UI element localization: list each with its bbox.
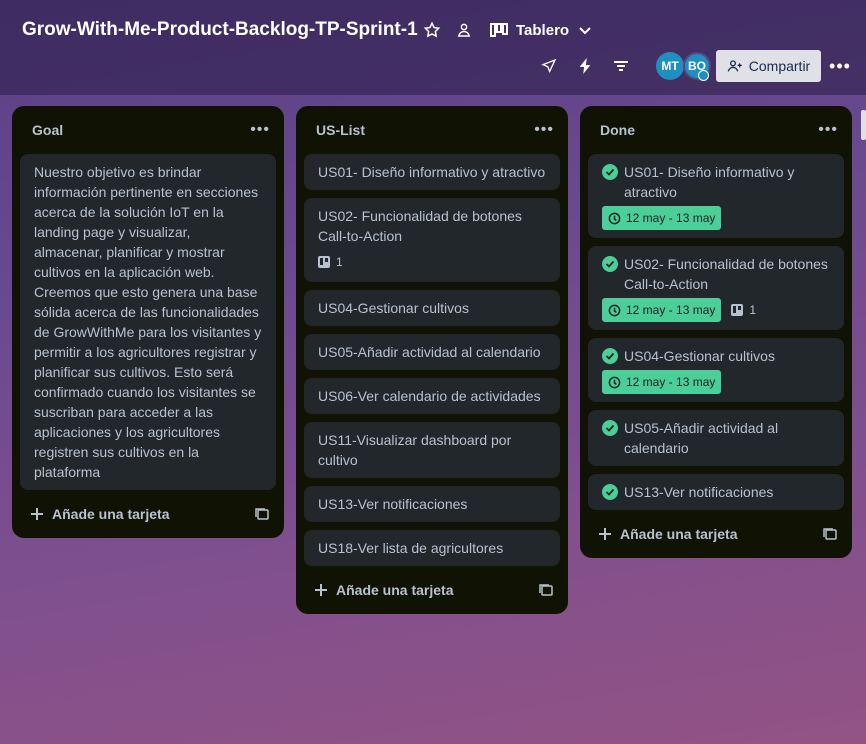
card[interactable]: US18-Ver lista de agricultores — [304, 530, 560, 566]
attachment-badge: 1 — [318, 250, 343, 274]
add-card-button[interactable]: Añade una tarjeta — [598, 526, 737, 542]
card-text: US01- Diseño informativo y atractivo — [318, 164, 546, 180]
add-card-label: Añade una tarjeta — [52, 506, 170, 522]
attachment-count: 1 — [336, 255, 343, 269]
clock-icon — [608, 304, 621, 316]
share-label: Compartir — [748, 58, 811, 74]
card-text: US13-Ver notificaciones — [624, 484, 774, 500]
card[interactable]: Nuestro objetivo es brindar información … — [20, 154, 276, 490]
complete-check-icon[interactable] — [602, 164, 618, 180]
card-text: US04-Gestionar cultivos — [318, 300, 469, 316]
trello-card-icon — [731, 304, 744, 316]
list-title[interactable]: Done — [600, 122, 635, 138]
list-header: Done ••• — [580, 106, 852, 154]
card[interactable]: US02- Funcionalidad de botones Call-to-A… — [588, 246, 844, 330]
add-card-button[interactable]: Añade una tarjeta — [314, 582, 453, 598]
card[interactable]: US01- Diseño informativo y atractivo 12 … — [588, 154, 844, 238]
workspace-visible-icon[interactable] — [452, 18, 476, 42]
clock-icon — [608, 376, 621, 388]
card-text: US06-Ver calendario de actividades — [318, 388, 541, 404]
due-date-label: 12 may - 13 may — [626, 211, 716, 225]
due-date-badge[interactable]: 12 may - 13 may — [602, 206, 722, 230]
list-done: Done ••• US01- Diseño informativo y atra… — [580, 106, 852, 558]
template-icon[interactable] — [538, 582, 554, 598]
automation-icon[interactable] — [573, 54, 597, 78]
card[interactable]: US05-Añadir actividad al calendario — [588, 410, 844, 466]
complete-check-icon[interactable] — [602, 256, 618, 272]
card-text: US02- Funcionalidad de botones Call-to-A… — [624, 256, 828, 292]
card[interactable]: US04-Gestionar cultivos — [304, 290, 560, 326]
scrollbar[interactable] — [861, 110, 866, 140]
due-date-label: 12 may - 13 may — [626, 375, 716, 389]
card[interactable]: US06-Ver calendario de actividades — [304, 378, 560, 414]
plus-icon — [31, 508, 43, 520]
card-text: US01- Diseño informativo y atractivo — [624, 164, 795, 200]
card-text: US05-Añadir actividad al calendario — [624, 420, 779, 456]
card[interactable]: US13-Ver notificaciones — [588, 474, 844, 510]
card[interactable]: US05-Añadir actividad al calendario — [304, 334, 560, 370]
list-menu-icon[interactable]: ••• — [818, 121, 838, 139]
list-header: US-List ••• — [296, 106, 568, 154]
view-label: Tablero — [516, 21, 570, 39]
share-button[interactable]: Compartir — [716, 50, 821, 82]
complete-check-icon[interactable] — [602, 484, 618, 500]
card[interactable]: US13-Ver notificaciones — [304, 486, 560, 522]
card[interactable]: US01- Diseño informativo y atractivo — [304, 154, 560, 190]
card-text: Nuestro objetivo es brindar información … — [34, 164, 262, 480]
star-icon[interactable] — [420, 18, 444, 42]
card[interactable]: US11-Visualizar dashboard por cultivo — [304, 422, 560, 478]
board-title[interactable]: Grow-With-Me-Product-Backlog-TP-Sprint-1 — [22, 19, 418, 41]
list-title[interactable]: Goal — [32, 122, 63, 138]
plus-icon — [315, 584, 327, 596]
list-menu-icon[interactable]: ••• — [250, 121, 270, 139]
card[interactable]: US04-Gestionar cultivos 12 may - 13 may — [588, 338, 844, 402]
complete-check-icon[interactable] — [602, 348, 618, 364]
list-goal: Goal ••• Nuestro objetivo es brindar inf… — [12, 106, 284, 538]
add-card-row: Añade una tarjeta — [580, 510, 852, 558]
plus-icon — [599, 528, 611, 540]
power-ups-icon[interactable] — [537, 54, 561, 78]
list-header: Goal ••• — [12, 106, 284, 154]
clock-icon — [608, 212, 621, 224]
trello-card-icon — [318, 256, 330, 268]
list-menu-icon[interactable]: ••• — [534, 121, 554, 139]
template-icon[interactable] — [254, 506, 270, 522]
attachment-count: 1 — [749, 303, 757, 317]
board-view-icon — [490, 23, 508, 37]
add-card-label: Añade una tarjeta — [620, 526, 738, 542]
template-icon[interactable] — [822, 526, 838, 542]
due-date-badge[interactable]: 12 may - 13 may — [602, 298, 722, 322]
card-text: US18-Ver lista de agricultores — [318, 540, 504, 556]
card-text: US13-Ver notificaciones — [318, 496, 468, 512]
add-card-row: Añade una tarjeta — [12, 490, 284, 538]
admin-badge-icon — [698, 70, 709, 81]
board-header: Grow-With-Me-Product-Backlog-TP-Sprint-1… — [0, 0, 866, 95]
card-text: US11-Visualizar dashboard por cultivo — [318, 432, 512, 468]
chevron-down-icon — [579, 27, 591, 35]
card[interactable]: US02- Funcionalidad de botones Call-to-A… — [304, 198, 560, 282]
complete-check-icon[interactable] — [602, 420, 618, 436]
list-title[interactable]: US-List — [316, 122, 365, 138]
card-text: US02- Funcionalidad de botones Call-to-A… — [318, 208, 522, 244]
card-text: US05-Añadir actividad al calendario — [318, 344, 541, 360]
attachment-badge: 1 — [731, 298, 756, 322]
card-text: US04-Gestionar cultivos — [624, 348, 775, 364]
member-avatar-mt[interactable]: MT — [656, 52, 684, 80]
due-date-label: 12 may - 13 may — [626, 303, 716, 317]
list-us-list: US-List ••• US01- Diseño informativo y a… — [296, 106, 568, 614]
more-icon[interactable]: ••• — [826, 52, 854, 80]
due-date-badge[interactable]: 12 may - 13 may — [602, 370, 722, 394]
add-card-label: Añade una tarjeta — [336, 582, 454, 598]
view-switcher[interactable]: Tablero — [490, 18, 593, 42]
add-card-button[interactable]: Añade una tarjeta — [30, 506, 169, 522]
filter-icon[interactable] — [609, 54, 633, 78]
add-member-icon — [727, 60, 742, 72]
add-card-row: Añade una tarjeta — [296, 566, 568, 614]
